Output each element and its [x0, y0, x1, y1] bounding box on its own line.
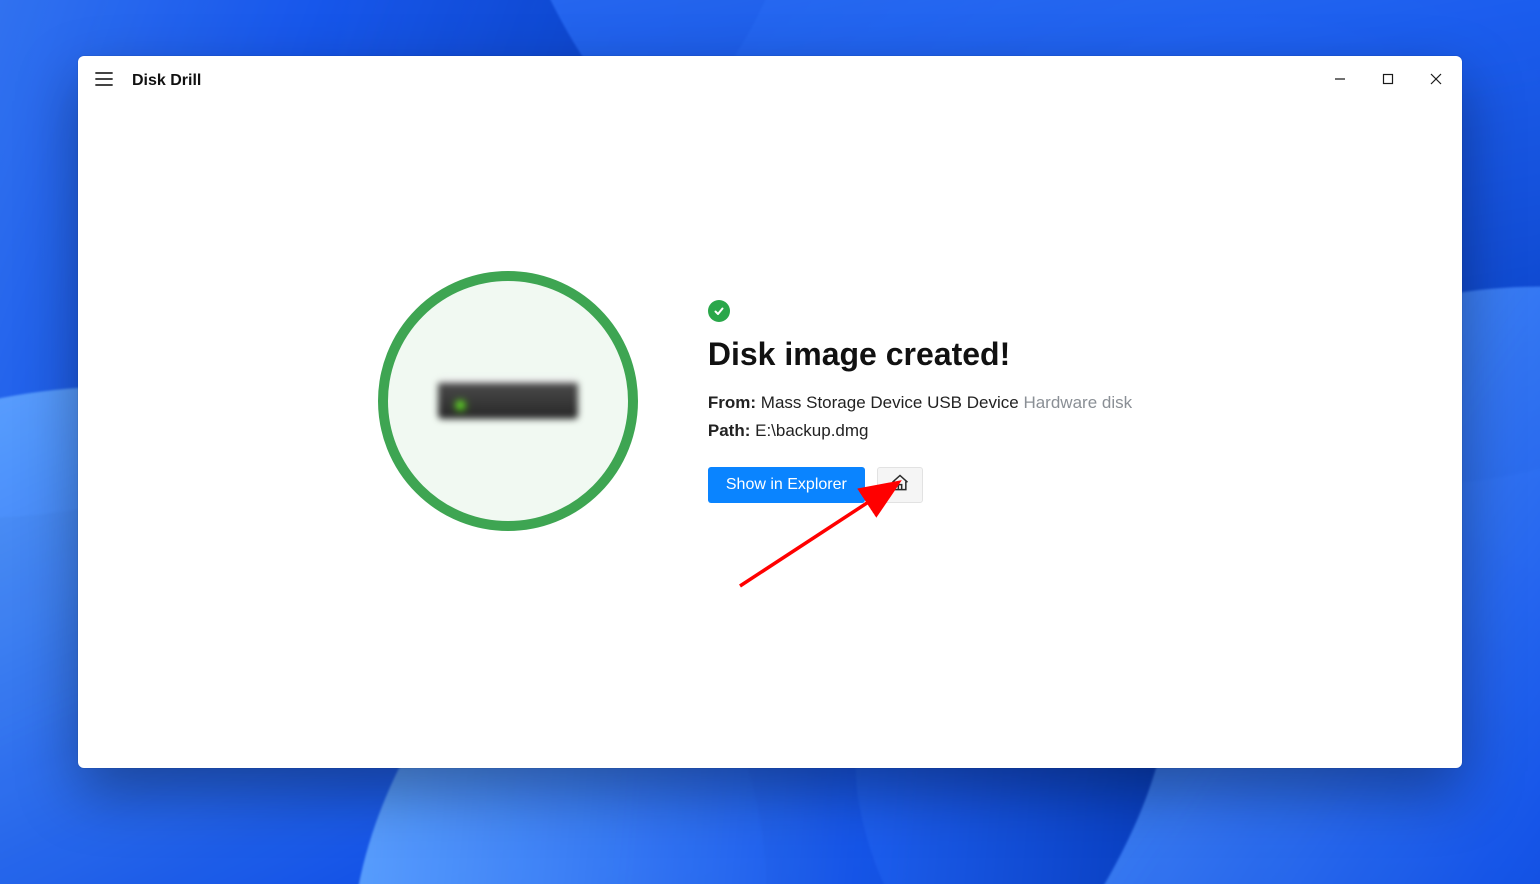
home-button[interactable]	[877, 467, 923, 503]
minimize-button[interactable]	[1316, 57, 1364, 105]
actions-row: Show in Explorer	[708, 467, 1132, 503]
result-info: Disk image created! From: Mass Storage D…	[708, 300, 1132, 503]
menu-button[interactable]	[86, 63, 122, 99]
success-illustration	[378, 271, 638, 531]
titlebar: Disk Drill	[78, 56, 1462, 106]
headline: Disk image created!	[708, 336, 1132, 373]
path-value: E:\backup.dmg	[755, 421, 868, 440]
path-label: Path:	[708, 421, 751, 440]
minimize-icon	[1334, 72, 1346, 90]
disk-icon	[438, 371, 578, 431]
maximize-icon	[1382, 72, 1394, 90]
close-icon	[1430, 72, 1442, 90]
main-content: Disk image created! From: Mass Storage D…	[78, 271, 1462, 531]
maximize-button[interactable]	[1364, 57, 1412, 105]
show-in-explorer-button[interactable]: Show in Explorer	[708, 467, 865, 503]
home-icon	[890, 473, 910, 496]
from-label: From:	[708, 393, 756, 412]
app-window: Disk Drill	[78, 56, 1462, 768]
close-button[interactable]	[1412, 57, 1460, 105]
success-check-icon	[708, 300, 730, 322]
from-kind: Hardware disk	[1023, 393, 1132, 412]
path-line: Path: E:\backup.dmg	[708, 421, 1132, 441]
from-line: From: Mass Storage Device USB Device Har…	[708, 393, 1132, 413]
hamburger-icon	[95, 72, 113, 91]
app-title: Disk Drill	[132, 72, 201, 90]
window-controls	[1316, 56, 1460, 106]
from-value: Mass Storage Device USB Device	[761, 393, 1019, 412]
